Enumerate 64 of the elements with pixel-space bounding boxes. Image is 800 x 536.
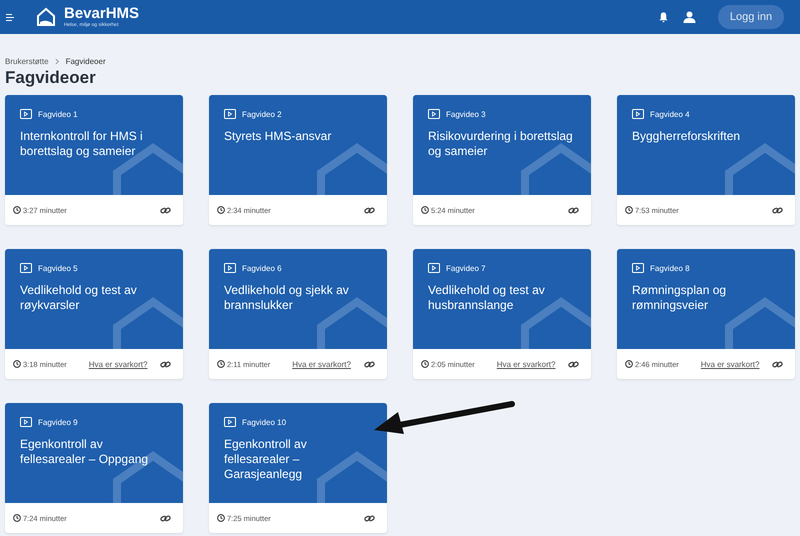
video-title: Vedlikehold og test av husbrannslange [428, 283, 546, 313]
video-icon [20, 263, 32, 273]
bell-icon[interactable] [658, 11, 669, 23]
clock-icon [625, 360, 633, 368]
login-button[interactable]: Logg inn [718, 5, 784, 29]
breadcrumb-link[interactable]: Brukerstøtte [5, 56, 49, 66]
link-icon[interactable] [160, 514, 171, 522]
clock-icon [13, 514, 21, 522]
link-icon[interactable] [772, 206, 783, 214]
video-title: Vedlikehold og test av røykvarsler [20, 283, 138, 313]
answer-card-link[interactable]: Hva er svarkort? [496, 360, 556, 368]
video-title: Internkontroll for HMS i borettslag og sameier [20, 129, 144, 159]
clock-icon [625, 206, 633, 214]
video-icon [428, 263, 440, 273]
video-number: Fagvideo 6 [242, 264, 282, 272]
video-title: Byggherreforskriften [632, 129, 742, 144]
video-number: Fagvideo 1 [38, 110, 78, 118]
video-title: Egenkontroll av fellesarealer – Garasjeanlegg [224, 437, 308, 482]
link-icon[interactable] [568, 206, 579, 214]
link-icon[interactable] [160, 360, 171, 368]
link-icon[interactable] [364, 206, 375, 214]
clock-icon [13, 206, 21, 214]
video-icon [224, 263, 236, 273]
page-title: Fagvideoer [5, 68, 97, 88]
brand-name[interactable]: BevarHMS [64, 6, 140, 21]
video-title: Styrets HMS-ansvar [224, 129, 332, 144]
answer-card-link[interactable]: Hva er svarkort? [292, 360, 351, 368]
video-title: Rømningsplan og rømningsveier [632, 283, 728, 313]
link-icon[interactable] [364, 514, 375, 522]
clock-icon [217, 360, 225, 368]
link-icon[interactable] [160, 206, 171, 214]
breadcrumb-separator-icon [54, 58, 60, 64]
video-number: Fagvideo 5 [38, 264, 78, 272]
clock-icon [13, 360, 21, 368]
video-title: Risikovurdering i borettslag og sameier [428, 129, 574, 159]
video-number: Fagvideo 2 [242, 110, 282, 118]
link-icon[interactable] [772, 360, 783, 368]
video-icon [224, 109, 236, 119]
video-title: Vedlikehold og sjekk av brannslukker [224, 283, 350, 313]
video-title: Egenkontroll av fellesarealer – Oppgang [20, 437, 150, 467]
video-icon [428, 109, 440, 119]
video-number: Fagvideo 9 [38, 418, 78, 426]
answer-card-link[interactable]: Hva er svarkort? [700, 360, 760, 368]
video-number: Fagvideo 8 [650, 264, 690, 272]
link-icon[interactable] [568, 360, 579, 368]
answer-card-link[interactable]: Hva er svarkort? [88, 360, 148, 368]
video-number: Fagvideo 3 [446, 110, 486, 118]
video-icon [20, 417, 32, 427]
video-icon [632, 263, 644, 273]
video-number: Fagvideo 10 [242, 418, 286, 426]
menu-icon[interactable] [6, 14, 14, 20]
breadcrumb-link[interactable]: Fagvideoer [66, 56, 106, 66]
video-icon [20, 109, 32, 119]
clock-icon [421, 206, 429, 214]
clock-icon [421, 360, 429, 368]
link-icon[interactable] [364, 360, 375, 368]
house-logo-icon[interactable] [36, 7, 56, 27]
clock-icon [217, 514, 225, 522]
user-icon[interactable] [683, 11, 696, 23]
clock-icon [217, 206, 225, 214]
video-icon [224, 417, 236, 427]
video-number: Fagvideo 7 [446, 264, 486, 272]
video-number: Fagvideo 4 [650, 110, 690, 118]
video-icon [632, 109, 644, 119]
